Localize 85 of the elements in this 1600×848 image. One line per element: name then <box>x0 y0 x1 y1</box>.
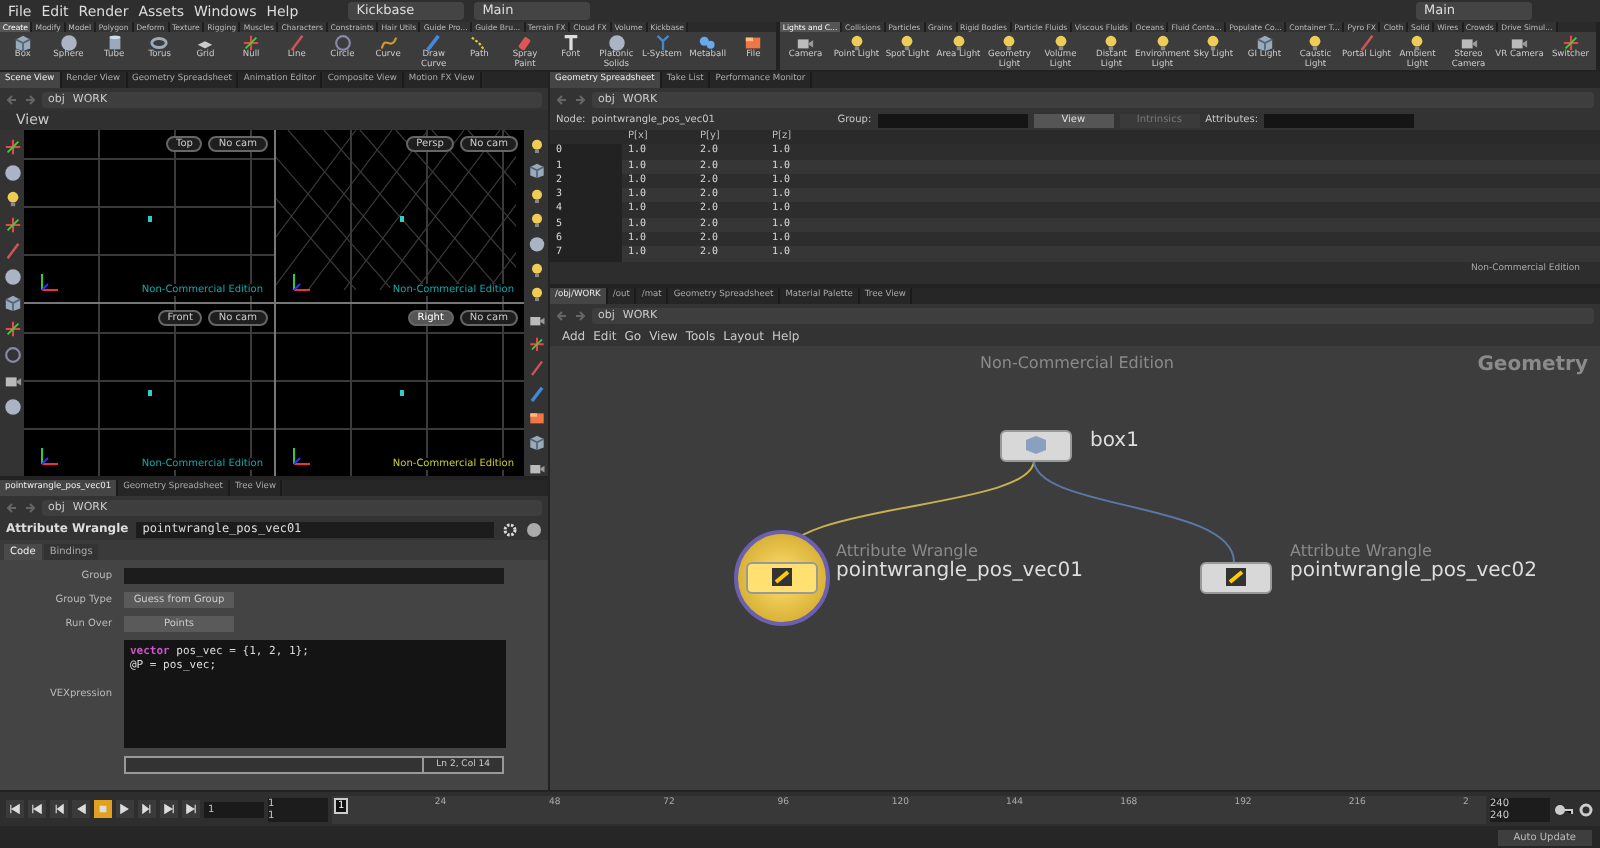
edition-label: Non-Commercial Edition <box>980 354 1174 372</box>
file-icon <box>744 34 763 52</box>
file-icon <box>527 409 545 427</box>
wrangle-node[interactable] <box>1200 562 1272 594</box>
pen-icon <box>424 34 443 52</box>
light-bulb-icon <box>847 34 866 52</box>
axes-icon <box>3 320 21 338</box>
node-name[interactable]: pointwrangle_pos_vec02 <box>1290 560 1538 582</box>
axes-icon <box>242 34 261 52</box>
curve-icon <box>379 34 398 52</box>
light-bulb-icon <box>1000 34 1019 52</box>
light-bulb-icon <box>527 212 545 229</box>
sphere-icon <box>3 164 21 182</box>
cylinder-icon <box>105 34 124 52</box>
camera-icon <box>3 372 21 390</box>
path-icon <box>470 34 489 52</box>
light-bulb-icon <box>898 34 917 52</box>
axes-icon <box>291 446 311 466</box>
light-bulb-icon <box>527 261 545 279</box>
node-type-label: Attribute Wrangle <box>836 542 980 560</box>
pen-icon <box>527 385 545 402</box>
axes-icon <box>291 272 311 292</box>
light-bulb-icon <box>1153 34 1172 52</box>
line-icon <box>3 242 21 260</box>
light-bulb-icon <box>527 187 545 205</box>
light-bulb-icon <box>527 286 545 304</box>
axes-icon <box>40 446 60 466</box>
play-button[interactable] <box>116 800 134 818</box>
sphere-icon <box>527 236 545 254</box>
point-marker <box>399 216 404 222</box>
point-marker <box>148 390 153 396</box>
light-bulb-icon <box>949 34 968 52</box>
light-bulb-icon <box>1102 34 1121 52</box>
cube-icon <box>527 162 545 180</box>
sphere-icon <box>59 34 78 52</box>
camera-icon <box>796 34 815 52</box>
light-bulb-icon <box>1408 34 1427 52</box>
point-marker <box>148 216 153 222</box>
spray-can-icon <box>516 34 535 52</box>
blob-icon <box>698 34 717 52</box>
cube-icon <box>13 34 32 52</box>
context-label: Geometry <box>1477 354 1588 376</box>
key-icon[interactable] <box>1554 801 1574 817</box>
line-icon <box>1357 34 1376 52</box>
font-icon <box>561 34 580 52</box>
camera-icon <box>527 459 545 477</box>
cube-icon <box>3 294 21 312</box>
axes-icon <box>3 216 21 234</box>
light-bulb-icon <box>1051 34 1070 52</box>
torus-icon <box>150 34 169 52</box>
wrangle-node[interactable] <box>746 562 818 594</box>
light-bulb-icon <box>527 138 545 155</box>
light-bulb-icon <box>1306 34 1325 52</box>
cube-icon <box>1024 434 1048 456</box>
camera-icon <box>1510 34 1529 52</box>
node-type-label: Attribute Wrangle <box>1290 542 1434 560</box>
light-bulb-icon <box>3 190 21 208</box>
line-icon <box>527 360 545 378</box>
axes-icon <box>3 138 21 156</box>
circle-icon <box>333 34 352 52</box>
play-icon <box>118 802 132 816</box>
cube-icon <box>527 434 545 452</box>
sphere-icon <box>3 398 21 416</box>
circle-icon <box>3 346 21 364</box>
stop-icon <box>96 802 110 816</box>
sphere-icon <box>3 268 21 286</box>
camera-icon <box>527 311 545 328</box>
pencil-icon <box>1224 566 1248 588</box>
axes-icon <box>40 272 60 292</box>
axes-icon <box>527 335 545 353</box>
attributes-field[interactable] <box>1264 113 1415 127</box>
light-bulb-icon <box>1204 34 1223 52</box>
node-name[interactable]: box1 <box>1090 430 1139 452</box>
group-field[interactable] <box>124 568 504 584</box>
branch-icon <box>653 34 671 52</box>
box-node[interactable] <box>1000 430 1072 462</box>
sphere-icon <box>607 34 626 52</box>
camera-icon <box>1459 34 1478 52</box>
group-field[interactable] <box>877 113 1028 127</box>
line-icon <box>287 34 306 52</box>
point-marker <box>399 390 404 396</box>
cube-icon <box>1255 34 1274 52</box>
node-name[interactable]: pointwrangle_pos_vec01 <box>836 560 1084 582</box>
axes-icon <box>1561 34 1580 52</box>
pencil-icon <box>770 566 794 588</box>
